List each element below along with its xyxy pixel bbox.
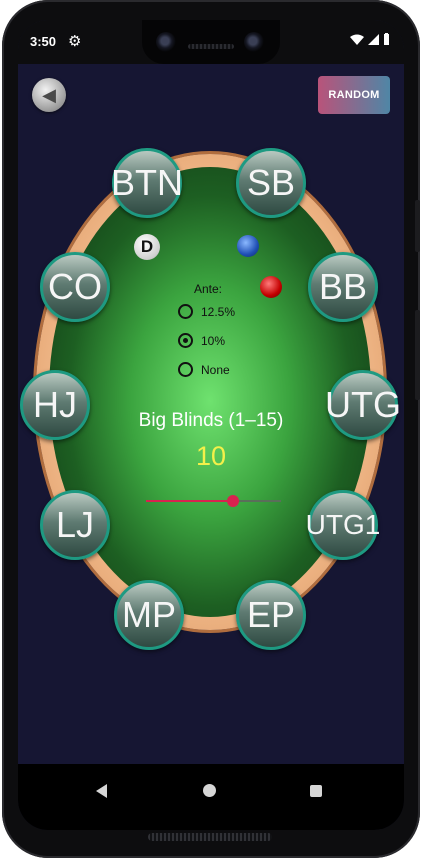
back-triangle-icon[interactable] [96,784,107,798]
big-blinds-label: Big Blinds (1–15) [138,410,284,431]
big-blind-chip-icon [260,276,282,298]
status-icons [350,33,390,45]
app-content: ◀ RANDOM BTN SB BB UTG UTG1 EP MP LJ HJ … [18,64,404,764]
home-circle-icon[interactable] [203,784,216,797]
ante-option-none[interactable]: None [178,362,230,377]
front-camera-icon [156,32,176,52]
ante-option-12-5[interactable]: 12.5% [178,304,235,319]
ante-option-label: None [201,362,230,377]
battery-icon [384,33,389,45]
seat-utg1[interactable]: UTG1 [306,490,380,560]
wifi-icon [350,34,364,45]
slider-thumb[interactable] [227,495,239,507]
volume-button [415,200,420,252]
seat-ep[interactable]: EP [236,580,306,650]
status-bar: 3:50 ⚙ [18,20,404,64]
earpiece-speaker [188,44,234,49]
ante-option-10[interactable]: 10% [178,333,225,348]
arrow-left-icon: ◀ [42,84,56,105]
seat-sb[interactable]: SB [236,148,306,218]
radio-button[interactable] [178,362,193,377]
seat-lj[interactable]: LJ [40,490,110,560]
big-blinds-value: 10 [195,441,227,471]
small-blind-chip-icon [237,235,259,257]
power-button [415,310,420,400]
big-blinds-slider[interactable] [146,495,281,507]
radio-button-selected[interactable] [178,333,193,348]
screen: 3:50 ⚙ ◀ RANDOM BTN SB BB UTG UTG1 EP MP… [18,20,404,830]
signal-icon [368,33,379,45]
phone-frame: 3:50 ⚙ ◀ RANDOM BTN SB BB UTG UTG1 EP MP… [2,0,420,858]
seat-mp[interactable]: MP [114,580,184,650]
dealer-button-icon: D [134,234,160,260]
seat-bb[interactable]: BB [308,252,378,322]
radio-button[interactable] [178,304,193,319]
camera-notch [142,20,280,64]
random-button[interactable]: RANDOM [318,76,390,114]
front-sensor-icon [244,32,264,52]
seat-btn[interactable]: BTN [111,148,183,218]
clock: 3:50 [30,34,57,49]
ante-label: Ante: [194,282,223,296]
slider-fill [146,500,233,502]
ante-option-label: 10% [201,333,226,348]
ante-option-label: 12.5% [201,304,236,319]
recents-square-icon[interactable] [310,785,322,797]
back-button[interactable]: ◀ [32,78,66,112]
seat-co[interactable]: CO [40,252,110,322]
system-nav-bar [18,764,404,830]
bottom-speaker [148,833,272,841]
gear-icon: ⚙ [68,33,82,50]
